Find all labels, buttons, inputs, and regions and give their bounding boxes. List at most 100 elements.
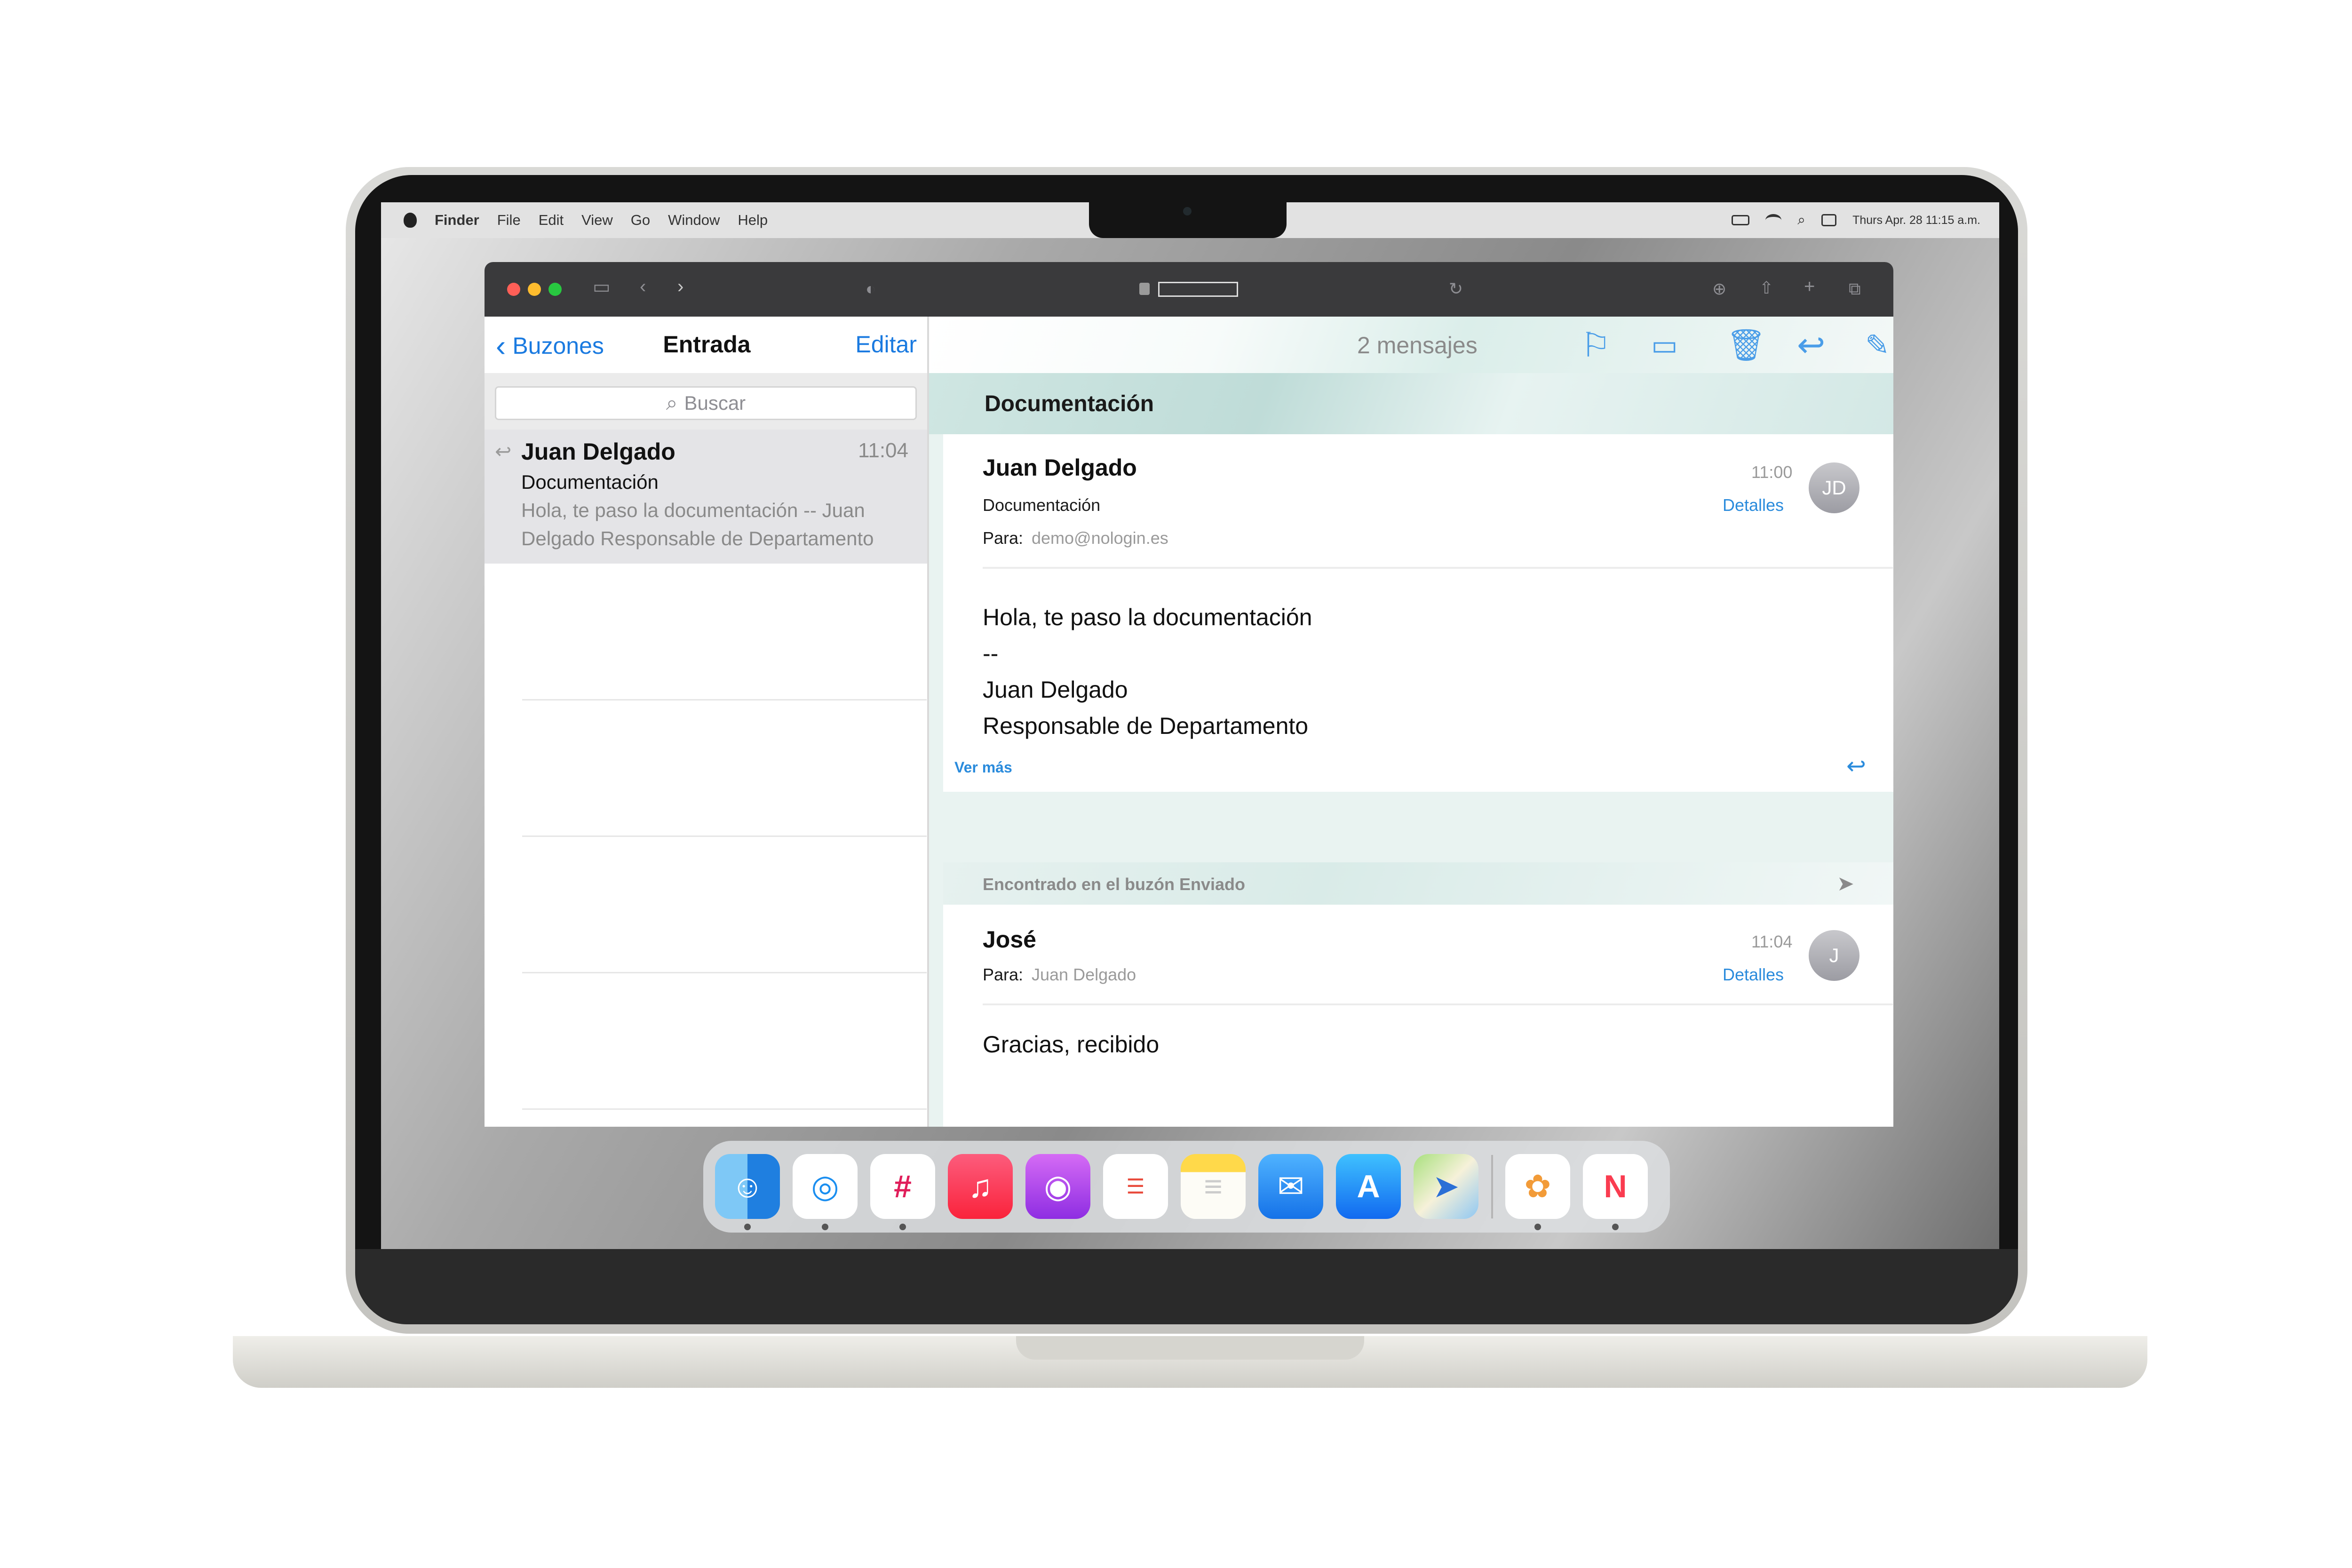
thread-subject: Documentación bbox=[985, 391, 1154, 416]
reminders-icon[interactable]: ☰ bbox=[1103, 1154, 1168, 1219]
message-time: 11:04 bbox=[858, 439, 908, 462]
menu-help[interactable]: Help bbox=[738, 212, 768, 229]
edit-button[interactable]: Editar bbox=[855, 331, 917, 358]
wifi-icon[interactable] bbox=[1765, 214, 1782, 226]
second-time: 11:04 bbox=[1751, 932, 1793, 951]
menu-view[interactable]: View bbox=[581, 212, 613, 229]
message-list-item[interactable]: ↩ Juan Delgado 11:04 Documentación Hola,… bbox=[485, 430, 927, 564]
music-icon[interactable]: ♫ bbox=[948, 1154, 1013, 1219]
minimize-window-button[interactable] bbox=[528, 283, 541, 296]
mail-icon[interactable]: ✉ bbox=[1258, 1154, 1323, 1219]
status-area: ⌕ Thurs Apr. 28 11:15 a.m. bbox=[1732, 202, 1980, 238]
body-line: Juan Delgado bbox=[983, 677, 1128, 703]
trash-icon[interactable]: 🗑 bbox=[1726, 327, 1766, 364]
address-bar[interactable] bbox=[1158, 282, 1238, 297]
message-count: 2 mensajes bbox=[1357, 332, 1478, 358]
second-details-link[interactable]: Detalles bbox=[1723, 965, 1784, 985]
message-card: Juan Delgado Documentación Para: demo@no… bbox=[943, 434, 1893, 792]
running-indicator bbox=[1534, 1224, 1541, 1230]
see-more-link[interactable]: Ver más bbox=[954, 759, 1012, 776]
control-center-icon[interactable] bbox=[1821, 214, 1837, 226]
body-line: Responsable de Departamento bbox=[983, 713, 1309, 739]
menu-go[interactable]: Go bbox=[631, 212, 650, 229]
close-window-button[interactable] bbox=[507, 283, 520, 296]
share-icon[interactable]: ⇧ bbox=[1759, 278, 1773, 298]
found-in-mailbox-bar: Encontrado en el buzón Enviado ➤ bbox=[943, 862, 1893, 905]
reload-icon[interactable]: ↻ bbox=[1449, 279, 1463, 299]
mailbox-list-column: ‹ Buzones Entrada Editar ⌕ Buscar ↩ Juan… bbox=[485, 317, 929, 1127]
menu-file[interactable]: File bbox=[497, 212, 521, 229]
laptop-opening-lip bbox=[1016, 1336, 1364, 1360]
compose-icon[interactable]: ✎ bbox=[1865, 328, 1890, 362]
message-sender: Juan Delgado bbox=[521, 438, 675, 465]
card-divider bbox=[983, 567, 1893, 569]
dock-separator bbox=[1491, 1155, 1493, 1218]
safari-icon[interactable]: ◎ bbox=[793, 1154, 858, 1219]
first-details-link[interactable]: Detalles bbox=[1723, 495, 1784, 515]
browser-toolbar: ▭ ‹ › ◐ ↻ ⊕ ⇧ + ⧉ bbox=[485, 262, 1893, 317]
menu-window[interactable]: Window bbox=[668, 212, 720, 229]
zoom-window-button[interactable] bbox=[548, 283, 562, 296]
privacy-shield-icon[interactable]: ◐ bbox=[866, 279, 876, 299]
second-sender: José bbox=[983, 926, 1036, 953]
browser-window: ▭ ‹ › ◐ ↻ ⊕ ⇧ + ⧉ ‹ Buzones Entrada Edit… bbox=[485, 262, 1893, 1127]
reading-toolbar: 2 mensajes ⚐ ▭ 🗑 ↩ ✎ bbox=[929, 317, 1893, 373]
running-indicator bbox=[822, 1224, 828, 1230]
search-area: ⌕ Buscar bbox=[485, 373, 927, 430]
to-label: Para: bbox=[983, 965, 1024, 984]
message-card: José Para: Juan Delgado 11:04 Detalles J… bbox=[943, 905, 1893, 1127]
apple-logo-icon[interactable] bbox=[404, 213, 417, 228]
second-recipient: Juan Delgado bbox=[1032, 965, 1136, 984]
list-divider bbox=[522, 699, 927, 700]
list-divider bbox=[522, 1108, 927, 1110]
dock: ☺ ◎ # ♫ ◉ ☰ ≡ ✉ A ➤ ✿ N bbox=[703, 1141, 1670, 1233]
laptop-chin bbox=[355, 1249, 2018, 1324]
search-placeholder: Buscar bbox=[684, 392, 746, 414]
flag-icon[interactable]: ⚐ bbox=[1581, 325, 1611, 365]
camera-icon bbox=[1183, 207, 1192, 215]
message-preview-line: Hola, te paso la documentación -- Juan bbox=[521, 499, 865, 521]
new-tab-icon[interactable]: + bbox=[1804, 276, 1815, 297]
replied-icon: ↩ bbox=[495, 440, 512, 462]
slack-icon[interactable]: # bbox=[870, 1154, 935, 1219]
search-icon: ⌕ bbox=[666, 391, 678, 414]
back-nav-icon[interactable]: ‹ bbox=[640, 276, 646, 297]
avatar: J bbox=[1809, 930, 1859, 981]
body-line: -- bbox=[983, 640, 999, 667]
reading-pane: 2 mensajes ⚐ ▭ 🗑 ↩ ✎ Documentación Juan … bbox=[929, 317, 1893, 1127]
tab-overview-icon[interactable]: ⧉ bbox=[1849, 279, 1861, 299]
forward-nav-icon[interactable]: › bbox=[677, 276, 683, 297]
thread-subject-bar: Documentación bbox=[929, 373, 1893, 434]
podcasts-icon[interactable]: ◉ bbox=[1025, 1154, 1090, 1219]
reply-icon[interactable]: ↩ bbox=[1846, 752, 1866, 780]
running-indicator bbox=[1612, 1224, 1619, 1230]
message-subject: Documentación bbox=[521, 471, 659, 493]
message-preview-line: Delgado Responsable de Departamento bbox=[521, 527, 874, 549]
battery-icon[interactable] bbox=[1732, 215, 1750, 225]
menubar-clock[interactable]: Thurs Apr. 28 11:15 a.m. bbox=[1852, 214, 1980, 227]
body-line: Gracias, recibido bbox=[983, 1031, 1160, 1058]
body-line: Hola, te paso la documentación bbox=[983, 604, 1312, 630]
sidebar-toggle-icon[interactable]: ▭ bbox=[593, 276, 611, 298]
first-sender: Juan Delgado bbox=[983, 454, 1137, 481]
downloads-icon[interactable]: ⊕ bbox=[1712, 279, 1726, 299]
photos-icon[interactable]: ✿ bbox=[1505, 1154, 1570, 1219]
menu-edit[interactable]: Edit bbox=[539, 212, 564, 229]
spotlight-search-icon[interactable]: ⌕ bbox=[1797, 212, 1805, 228]
found-in-label: Encontrado en el buzón Enviado bbox=[983, 875, 1246, 894]
app-store-icon[interactable]: A bbox=[1336, 1154, 1401, 1219]
paper-plane-icon: ➤ bbox=[1837, 872, 1854, 895]
avatar: JD bbox=[1809, 462, 1859, 513]
maps-icon[interactable]: ➤ bbox=[1414, 1154, 1478, 1219]
to-label: Para: bbox=[983, 528, 1024, 548]
finder-icon[interactable]: ☺ bbox=[715, 1154, 780, 1219]
move-folder-icon[interactable]: ▭ bbox=[1651, 329, 1678, 362]
lock-icon bbox=[1139, 283, 1150, 295]
news-icon[interactable]: N bbox=[1583, 1154, 1648, 1219]
first-time: 11:00 bbox=[1751, 462, 1793, 482]
reply-icon[interactable]: ↩ bbox=[1797, 325, 1825, 365]
menu-app-name[interactable]: Finder bbox=[435, 212, 479, 229]
running-indicator bbox=[744, 1224, 751, 1230]
search-input[interactable]: ⌕ Buscar bbox=[495, 386, 917, 420]
notes-icon[interactable]: ≡ bbox=[1181, 1154, 1246, 1219]
